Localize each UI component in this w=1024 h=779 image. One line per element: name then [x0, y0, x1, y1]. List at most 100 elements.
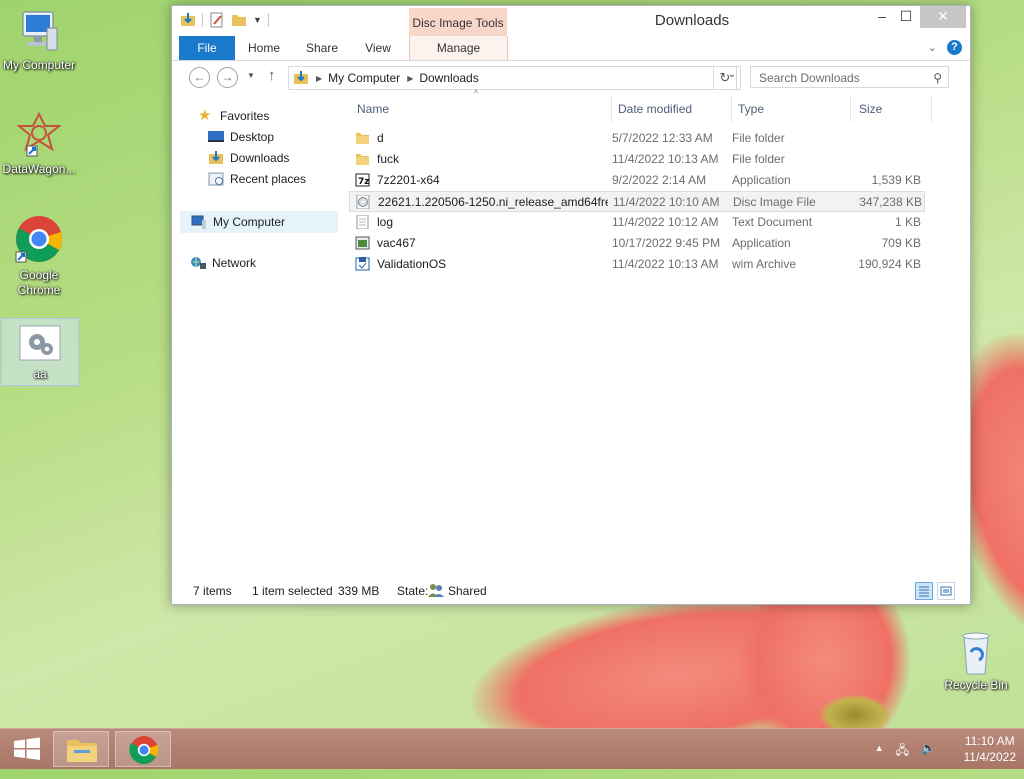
column-header-date-modified[interactable]: Date modified	[618, 96, 692, 122]
clock-time: 11:10 AM	[964, 734, 1015, 748]
column-divider[interactable]	[611, 96, 612, 122]
desktop-icon	[208, 131, 224, 142]
table-row[interactable]: 7z 7z2201-x64 9/2/2022 2:14 AM Applicati…	[349, 170, 925, 191]
datawagon-icon	[16, 112, 62, 157]
customize-toolbar-chevron-icon[interactable]: ▼	[253, 15, 262, 25]
tab-file[interactable]: File	[179, 36, 235, 60]
refresh-button[interactable]: ↻	[713, 66, 737, 90]
file-date: 10/17/2022 9:45 PM	[612, 236, 721, 250]
nav-label: Favorites	[220, 109, 270, 123]
help-icon[interactable]: ?	[947, 40, 962, 55]
file-name: 22621.1.220506-1250.ni_release_amd64fre.…	[378, 195, 608, 209]
recent-locations-chevron-icon[interactable]: ▼	[247, 71, 255, 80]
folder-down-icon[interactable]	[180, 12, 196, 28]
table-row[interactable]: vac467 10/17/2022 9:45 PM Application 70…	[349, 233, 925, 254]
explorer-window[interactable]: ▼ Disc Image Tools Downloads – ☐ ✕ File …	[171, 5, 971, 605]
disc-image-tools-header: Disc Image Tools	[409, 8, 507, 36]
clock[interactable]: 11:10 AM 11/4/2022	[964, 733, 1017, 765]
desktop-icon-google-chrome[interactable]: Google Chrome	[1, 214, 77, 298]
file-type: wim Archive	[732, 257, 797, 271]
close-button[interactable]: ✕	[920, 6, 966, 28]
table-row[interactable]: d 5/7/2022 12:33 AM File folder	[349, 128, 925, 149]
text-document-icon	[356, 215, 369, 229]
desktop-icon-label: My Computer	[2, 58, 76, 72]
table-row[interactable]: log 11/4/2022 10:12 AM Text Document 1 K…	[349, 212, 925, 233]
desktop-icon-label: Recycle Bin	[944, 678, 1008, 692]
title-bar[interactable]: ▼ Disc Image Tools Downloads – ☐ ✕	[172, 6, 970, 36]
nav-downloads[interactable]: Downloads	[208, 148, 289, 168]
table-row[interactable]: 22621.1.220506-1250.ni_release_amd64fre.…	[349, 191, 925, 212]
file-name: 7z2201-x64	[377, 173, 440, 187]
table-row[interactable]: ValidationOS 11/4/2022 10:13 AM wim Arch…	[349, 254, 925, 275]
nav-label: Downloads	[230, 151, 290, 165]
desktop-icon-datawagon[interactable]: DataWagon...	[1, 112, 77, 177]
breadcrumb-downloads[interactable]: Downloads	[419, 71, 478, 85]
nav-label: Recent places	[230, 172, 307, 186]
file-type: Text Document	[732, 215, 813, 229]
tab-manage[interactable]: Manage	[409, 36, 508, 60]
file-name: vac467	[377, 236, 416, 250]
column-header-type[interactable]: Type	[738, 96, 764, 122]
up-arrow-icon[interactable]: ↑	[268, 67, 276, 84]
desktop-icon-my-computer[interactable]: My Computer	[1, 10, 77, 73]
search-icon[interactable]: ⚲	[933, 67, 942, 89]
column-divider[interactable]	[850, 96, 851, 122]
new-folder-icon[interactable]	[231, 12, 247, 28]
column-divider[interactable]	[731, 96, 732, 122]
table-row[interactable]: fuck 11/4/2022 10:13 AM File folder	[349, 149, 925, 170]
tab-home[interactable]: Home	[240, 36, 288, 60]
file-date: 11/4/2022 10:10 AM	[613, 195, 720, 209]
computer-icon	[22, 11, 58, 51]
forward-button[interactable]: →	[217, 67, 238, 88]
nav-favorites[interactable]: ★ Favorites	[198, 106, 269, 126]
file-date: 11/4/2022 10:13 AM	[612, 257, 719, 271]
nav-recent-places[interactable]: Recent places	[208, 169, 306, 189]
search-input[interactable]: Search Downloads ⚲	[750, 66, 949, 88]
item-count: 7 items	[193, 584, 232, 598]
nav-network[interactable]: Network	[190, 253, 256, 273]
desktop-icon-aa[interactable]: aa	[1, 318, 79, 386]
breadcrumb-separator-icon[interactable]: ▶	[316, 74, 322, 83]
folder-icon	[356, 133, 369, 144]
wim-archive-icon	[355, 257, 370, 271]
details-view-button[interactable]	[915, 582, 933, 600]
divider	[267, 13, 269, 27]
column-header-size[interactable]: Size	[859, 96, 882, 122]
desktop-icon-recycle-bin[interactable]: Recycle Bin	[938, 630, 1014, 693]
start-button[interactable]	[0, 731, 56, 767]
file-type: File folder	[732, 131, 785, 145]
window-title: Downloads	[654, 12, 730, 29]
address-bar[interactable]: ▶ My Computer ▶ Downloads ⌄	[288, 66, 741, 90]
file-date: 11/4/2022 10:13 AM	[612, 152, 719, 166]
expand-ribbon-chevron-icon[interactable]: ⌄	[928, 41, 937, 54]
back-button[interactable]: ←	[189, 67, 210, 88]
network-status-icon[interactable]: 🖧	[896, 741, 909, 762]
nav-label: My Computer	[213, 215, 286, 229]
navigation-bar: ← → ▼ ↑ ▶ My Computer ▶ Downloads ⌄ ↻ Se…	[172, 61, 970, 93]
large-icons-view-icon	[940, 586, 952, 596]
column-header-name[interactable]: Name	[357, 96, 389, 122]
large-icons-view-button[interactable]	[937, 582, 955, 600]
column-divider[interactable]	[931, 96, 932, 122]
folder-icon	[356, 154, 369, 165]
file-name: log	[377, 215, 394, 229]
recent-places-icon	[208, 172, 224, 186]
breadcrumb-separator-icon[interactable]: ▶	[407, 74, 413, 83]
tab-share[interactable]: Share	[297, 36, 347, 60]
tab-view[interactable]: View	[355, 36, 401, 60]
nav-my-computer[interactable]: My Computer	[180, 211, 338, 233]
file-name: ValidationOS	[377, 257, 447, 271]
taskbar-file-explorer[interactable]	[53, 731, 109, 767]
volume-icon[interactable]: 🔈	[921, 741, 936, 762]
show-hidden-icons-icon[interactable]: ▲	[875, 743, 884, 762]
ribbon-tabs: File Home Share View Manage ⌄ ?	[172, 36, 970, 61]
breadcrumb-my-computer[interactable]: My Computer	[328, 71, 400, 85]
properties-icon[interactable]	[209, 12, 225, 28]
ribbon-controls: ⌄ ?	[928, 40, 962, 55]
maximize-button[interactable]: ☐	[891, 6, 921, 28]
chrome-icon	[129, 736, 159, 764]
nav-desktop[interactable]: Desktop	[208, 127, 274, 147]
disc-image-icon	[356, 195, 370, 209]
details-view-icon	[919, 586, 929, 597]
taskbar-google-chrome[interactable]	[115, 731, 171, 767]
